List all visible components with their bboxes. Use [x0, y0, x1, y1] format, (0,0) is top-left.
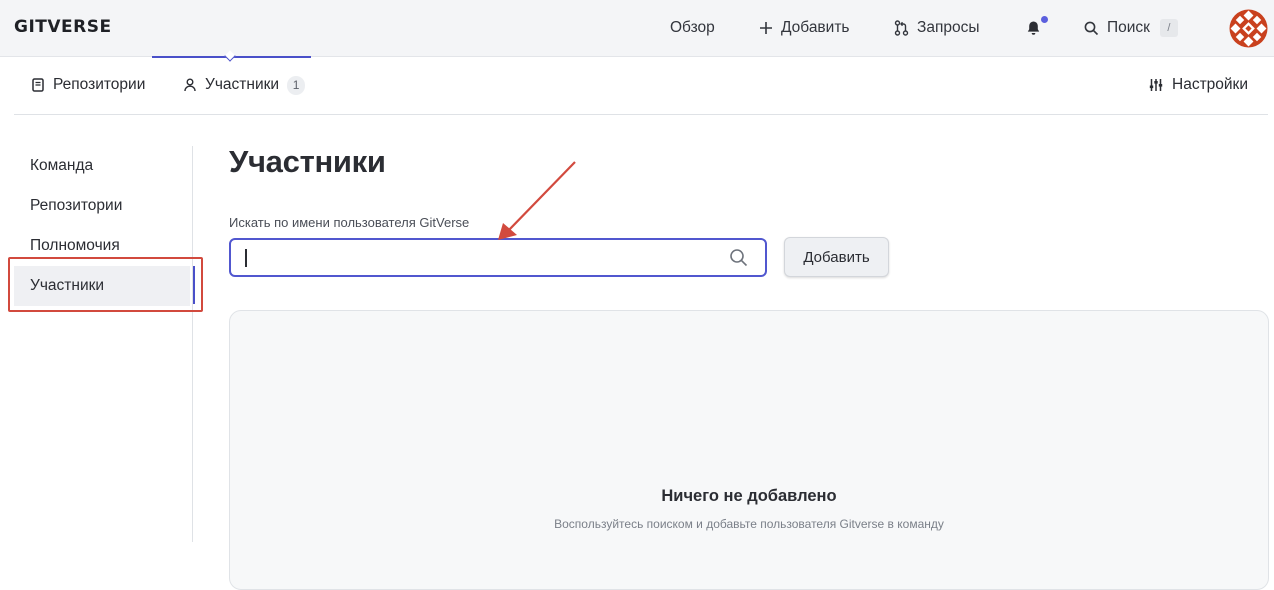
- org-tabs: Репозитории Участники 1 Настройки: [14, 56, 1268, 115]
- nav-overview-label: Обзор: [670, 19, 715, 36]
- nav-requests[interactable]: Запросы: [894, 0, 980, 56]
- user-avatar[interactable]: [1229, 9, 1268, 48]
- sidebar-item-label: Репозитории: [30, 197, 123, 214]
- tab-settings[interactable]: Настройки: [1149, 56, 1248, 114]
- bell-icon: [1027, 21, 1040, 35]
- settings-sliders-icon: [1149, 79, 1163, 91]
- active-sidebar-indicator: [189, 266, 195, 304]
- search-shortcut-key: /: [1159, 19, 1178, 37]
- book-icon: [32, 78, 44, 92]
- empty-state-hint: Воспользуйтесь поиском и добавьте пользо…: [554, 517, 944, 531]
- tab-members[interactable]: Участники 1: [184, 56, 306, 114]
- nav-search-label: Поиск: [1107, 19, 1150, 36]
- nav-add-label: Добавить: [781, 19, 850, 36]
- nav-add[interactable]: Добавить: [759, 0, 850, 56]
- nav-requests-label: Запросы: [917, 19, 980, 36]
- notifications-button[interactable]: [1026, 0, 1049, 56]
- plus-icon: [760, 22, 772, 34]
- sidebar-item-label: Участники: [30, 277, 105, 294]
- sidebar-item-label: Полномочия: [30, 237, 120, 254]
- nav-overview[interactable]: Обзор: [670, 0, 715, 56]
- sidebar-item-label: Команда: [30, 157, 94, 174]
- gitverse-logo[interactable]: GITVERSE: [14, 17, 112, 37]
- tab-members-label: Участники: [205, 76, 280, 93]
- page-title: Участники: [229, 144, 386, 179]
- members-empty-state: Ничего не добавлено Воспользуйтесь поиск…: [229, 310, 1269, 590]
- nav-search[interactable]: Поиск /: [1084, 0, 1178, 56]
- tab-settings-label: Настройки: [1172, 76, 1249, 93]
- search-field-label: Искать по имени пользователя GitVerse: [229, 215, 470, 230]
- pull-request-icon: [894, 20, 909, 36]
- add-member-button[interactable]: Добавить: [784, 237, 889, 277]
- user-search-input[interactable]: [243, 247, 717, 270]
- sidebar-item-team[interactable]: Команда: [14, 146, 190, 186]
- notification-dot: [1041, 16, 1048, 23]
- sidebar-divider: [192, 146, 193, 542]
- team-sidebar: Команда Репозитории Полномочия Участники: [14, 146, 192, 542]
- search-icon: [1084, 21, 1099, 35]
- user-search-field[interactable]: [229, 238, 767, 277]
- tab-repositories[interactable]: Репозитории: [32, 56, 145, 114]
- search-icon: [730, 249, 748, 267]
- user-icon: [184, 78, 196, 92]
- sidebar-item-permissions[interactable]: Полномочия: [14, 226, 190, 266]
- top-header: GITVERSE Обзор Добавить Запросы Поиск /: [0, 0, 1274, 57]
- members-count-badge: 1: [287, 75, 306, 95]
- sidebar-item-members[interactable]: Участники: [14, 266, 190, 306]
- text-caret: [245, 249, 247, 267]
- tab-repositories-label: Репозитории: [53, 76, 146, 93]
- sidebar-item-repositories[interactable]: Репозитории: [14, 186, 190, 226]
- empty-state-title: Ничего не добавлено: [661, 487, 837, 505]
